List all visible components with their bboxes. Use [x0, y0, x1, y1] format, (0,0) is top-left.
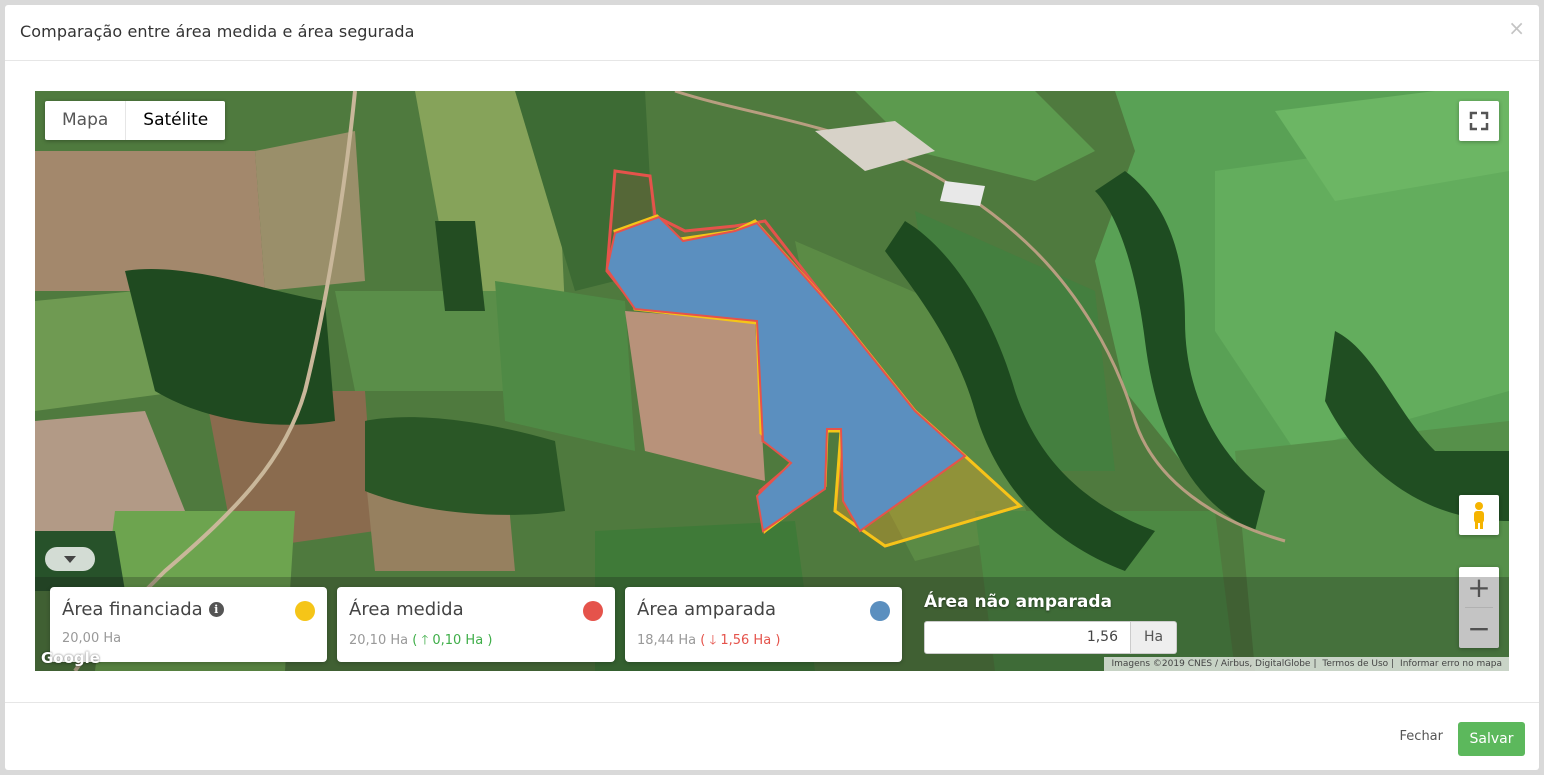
modal-dialog: Comparação entre área medida e área segu…: [5, 5, 1539, 770]
map-type-mapa[interactable]: Mapa: [45, 101, 125, 140]
modal-footer: Fechar Salvar: [5, 702, 1539, 771]
terms-link[interactable]: Termos de Uso: [1322, 659, 1388, 669]
card-value-text: 20,10 Ha: [349, 633, 409, 648]
card-value: 20,00 Ha: [62, 631, 122, 646]
modal-header: Comparação entre área medida e área segu…: [5, 5, 1539, 61]
card-value: 20,10 Ha ( 🡑 0,10 Ha ): [349, 631, 492, 653]
card-area-medida: Área medida 20,10 Ha ( 🡑 0,10 Ha ): [337, 587, 615, 662]
arrow-down-icon: 🡓: [709, 633, 717, 648]
chevron-down-icon: [64, 556, 76, 563]
fullscreen-icon: [1469, 111, 1489, 131]
map-type-control: Mapa Satélite: [45, 101, 226, 140]
save-button[interactable]: Salvar: [1458, 722, 1525, 756]
delta-open-paren: (: [700, 633, 706, 648]
map-view[interactable]: Mapa Satélite + − Área financiada i 20,0…: [35, 91, 1509, 671]
delta-value: 0,10 Ha: [432, 633, 484, 648]
arrow-up-icon: 🡑: [421, 633, 429, 648]
card-title: Área amparada: [637, 599, 777, 620]
report-error-link[interactable]: Informar erro no mapa: [1400, 659, 1502, 669]
modal-title: Comparação entre área medida e área segu…: [20, 22, 415, 41]
delta-value: 1,56 Ha: [720, 633, 772, 648]
legend-dot-yellow: [295, 601, 315, 621]
close-text-button[interactable]: Fechar: [1400, 729, 1443, 744]
pegman-icon: [1474, 502, 1484, 529]
card-area-amparada: Área amparada 18,44 Ha ( 🡓 1,56 Ha ): [625, 587, 902, 662]
delta-close-paren: ): [487, 633, 493, 648]
delta-up: ( 🡑 0,10 Ha ): [412, 633, 492, 648]
map-type-satelite[interactable]: Satélite: [125, 101, 225, 140]
nao-amparada-input[interactable]: 1,56: [924, 621, 1131, 654]
card-title: Área medida: [349, 599, 464, 620]
nao-amparada-unit: Ha: [1131, 621, 1177, 654]
card-title-text: Área financiada: [62, 599, 203, 620]
legend-dot-red: [583, 601, 603, 621]
nao-amparada-title: Área não amparada: [924, 592, 1112, 612]
close-button[interactable]: ×: [1508, 18, 1525, 38]
attribution-imagery: Imagens ©2019 CNES / Airbus, DigitalGlob…: [1111, 659, 1311, 669]
collapse-toggle-button[interactable]: [45, 547, 95, 571]
card-value-text: 18,44 Ha: [637, 633, 697, 648]
fullscreen-button[interactable]: [1459, 101, 1499, 141]
google-logo: Google: [41, 649, 100, 667]
street-view-button[interactable]: [1459, 495, 1499, 535]
card-title: Área financiada i: [62, 599, 224, 620]
map-attribution: Imagens ©2019 CNES / Airbus, DigitalGlob…: [1104, 657, 1509, 671]
card-value: 18,44 Ha ( 🡓 1,56 Ha ): [637, 631, 780, 653]
legend-dot-blue: [870, 601, 890, 621]
delta-open-paren: (: [412, 633, 418, 648]
delta-close-paren: ): [775, 633, 781, 648]
info-icon[interactable]: i: [208, 602, 224, 617]
delta-down: ( 🡓 1,56 Ha ): [700, 633, 780, 648]
